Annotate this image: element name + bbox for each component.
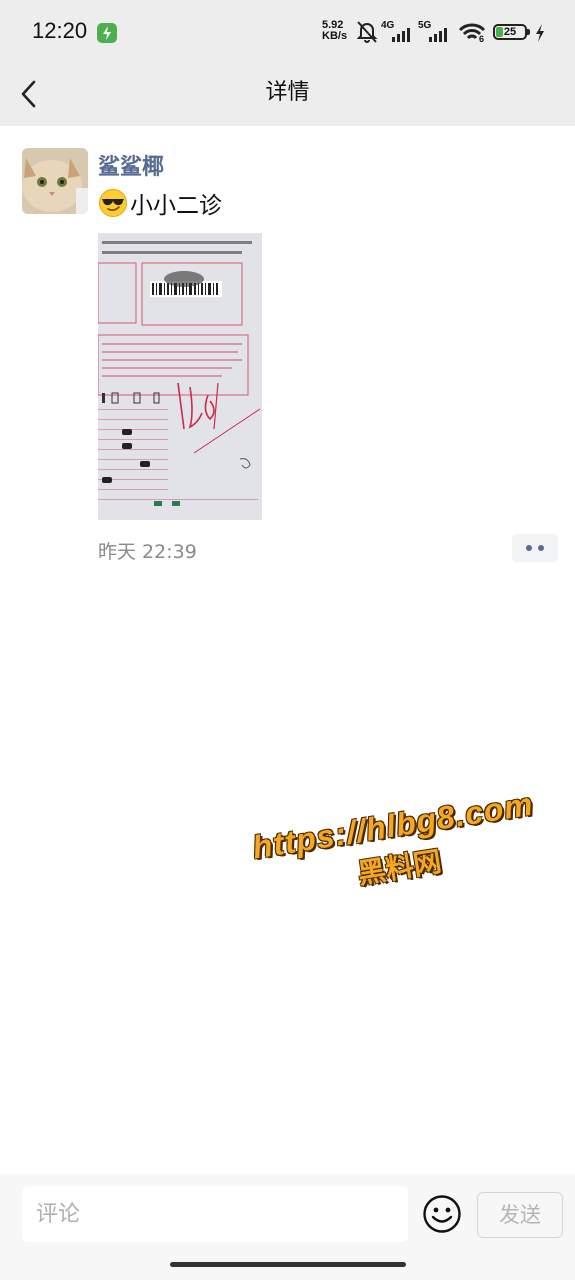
watermark: https://hlbg8.com 黑料网 [250,786,543,908]
signal-2-icon [429,28,447,42]
post-text-content: 小小二诊 [130,193,222,219]
status-time: 12:20 [32,18,88,43]
status-bar: 12:20 5.92 KB/s 4G 5G 6 25 [0,0,575,62]
comment-input[interactable] [22,1186,408,1242]
nav-header: 详情 [0,62,575,126]
network-speed-unit: KB/s [322,30,348,42]
battery-tip [527,29,530,35]
mute-bell-icon [356,21,378,43]
signal-1-icon [392,28,410,42]
network-speed: 5.92 KB/s [322,20,347,42]
more-actions-button[interactable] [512,534,558,562]
home-indicator[interactable] [170,1262,406,1267]
more-dot-icon [526,545,532,551]
post-photo[interactable] [98,233,262,520]
avatar[interactable] [22,148,88,214]
post-username[interactable]: 鲨鲨椰 [98,149,164,181]
back-button[interactable] [12,74,48,114]
battery-level: 25 [503,26,517,38]
page-title: 详情 [265,80,310,105]
charging-bolt-icon [536,24,544,42]
more-dot-icon [538,545,544,551]
post-time: 昨天 22:39 [98,541,197,563]
post-text: 小小二诊 [98,186,222,220]
charging-icon [97,23,117,43]
battery-icon: 25 [493,24,527,40]
emoji-button[interactable] [422,1194,462,1234]
send-button[interactable]: 发送 [477,1192,563,1238]
chevron-left-icon [21,80,36,108]
smiley-icon [423,1195,461,1233]
wifi-label: 6 [479,34,485,44]
sunglasses-emoji-icon [99,189,127,217]
